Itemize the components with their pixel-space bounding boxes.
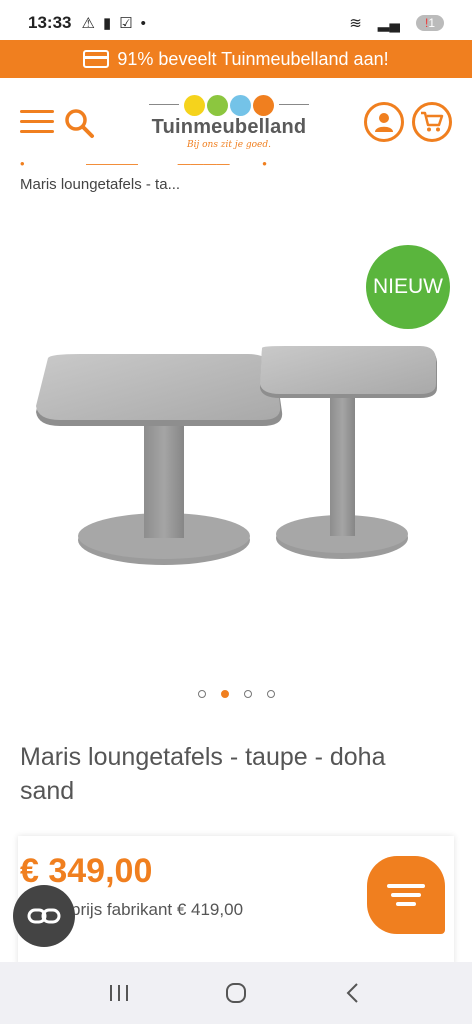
home-button[interactable] bbox=[211, 973, 261, 1013]
credit-card-icon bbox=[83, 50, 110, 68]
chat-line-icon bbox=[396, 902, 416, 906]
cart-button[interactable] bbox=[412, 102, 452, 142]
chat-line-icon bbox=[387, 884, 425, 888]
logo-dot-yellow bbox=[184, 94, 205, 116]
gallery-dot-2[interactable] bbox=[220, 690, 229, 698]
menu-icon[interactable] bbox=[20, 110, 54, 134]
cookie-consent-button[interactable] bbox=[13, 885, 75, 947]
product-gallery[interactable]: NIEUW bbox=[0, 220, 472, 670]
gallery-pagination[interactable] bbox=[0, 690, 472, 698]
home-icon bbox=[225, 983, 246, 1003]
user-icon bbox=[375, 113, 393, 132]
back-button[interactable] bbox=[328, 973, 378, 1013]
cart-icon bbox=[421, 111, 444, 132]
gallery-dot-1[interactable] bbox=[197, 690, 206, 698]
logo-tagline: Bij ons zit je goed. bbox=[186, 140, 272, 150]
recent-apps-icon bbox=[109, 985, 128, 1001]
logo-name: Tuinmeubelland bbox=[151, 116, 307, 138]
logo-dot-blue bbox=[230, 94, 251, 116]
recent-apps-button[interactable] bbox=[94, 973, 144, 1013]
site-header: Tuinmeubelland Bij ons zit je goed. bbox=[0, 78, 472, 166]
signal-icon: ▂▄ bbox=[377, 15, 400, 32]
battery-level: 1 bbox=[428, 16, 435, 30]
alert-icon: ▮ bbox=[102, 15, 112, 32]
site-logo[interactable]: Tuinmeubelland Bij ons zit je goed. bbox=[145, 94, 313, 154]
breadcrumb-path-partial: • ———— ———— • bbox=[20, 156, 267, 166]
gallery-dot-4[interactable] bbox=[266, 690, 275, 698]
logo-dot-green bbox=[207, 94, 228, 116]
chat-button[interactable] bbox=[367, 856, 445, 934]
search-icon[interactable] bbox=[62, 106, 96, 140]
warning-icon: ⚠ bbox=[81, 15, 95, 32]
logo-dot-orange bbox=[253, 94, 274, 116]
dot-icon: • bbox=[140, 14, 146, 32]
check-icon: ☑ bbox=[119, 15, 133, 32]
system-navigation-bar bbox=[0, 962, 472, 1024]
breadcrumb-current[interactable]: Maris loungetafels - ta... bbox=[20, 176, 180, 193]
gallery-dot-3[interactable] bbox=[243, 690, 252, 698]
promo-banner[interactable]: 91% beveelt Tuinmeubelland aan! bbox=[0, 40, 472, 78]
chat-line-icon bbox=[391, 893, 421, 897]
back-icon bbox=[346, 983, 359, 1003]
promo-text: 91% beveelt Tuinmeubelland aan! bbox=[117, 48, 389, 69]
wifi-icon: ≋ bbox=[349, 15, 362, 32]
status-time: 13:33 bbox=[28, 13, 72, 32]
link-icon bbox=[27, 908, 61, 924]
logo-dots bbox=[145, 94, 313, 116]
battery-icon: !1 bbox=[415, 15, 444, 31]
account-button[interactable] bbox=[364, 102, 404, 142]
new-badge: NIEUW bbox=[366, 245, 450, 329]
product-title: Maris loungetafels - taupe - doha sand bbox=[20, 743, 386, 805]
